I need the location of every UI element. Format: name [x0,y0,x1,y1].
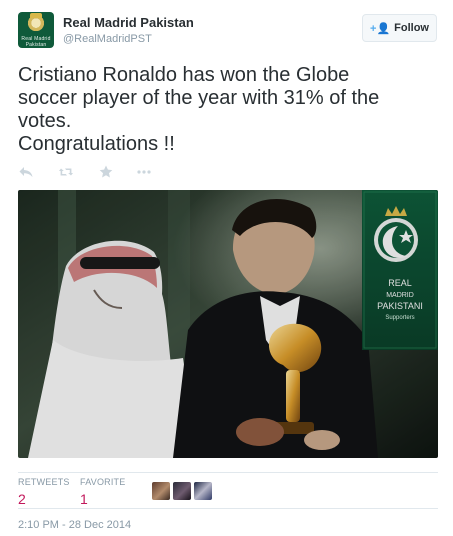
retweets-value: 2 [18,491,26,507]
stats-divider-top [18,472,438,473]
star-icon[interactable] [98,164,116,182]
tweet-photo[interactable]: REAL MADRID PAKISTANI Supporters [18,190,438,458]
follow-button[interactable]: +👤 Follow [362,14,437,42]
avatar[interactable] [152,482,170,500]
account-handle[interactable]: @RealMadridPST [63,33,152,45]
favorites-value: 1 [80,491,88,507]
reply-icon[interactable] [18,164,36,182]
avatar[interactable] [173,482,191,500]
more-icon[interactable] [136,164,154,182]
account-name[interactable]: Real Madrid Pakistan [63,15,194,30]
retweets-label: RETWEETS [18,477,70,487]
tweet-timestamp[interactable]: 2:10 PM - 28 Dec 2014 [18,519,131,531]
retweets-stat[interactable]: RETWEETS 2 [18,477,70,507]
favorites-label: FAVORITE [80,477,126,487]
add-user-icon: +👤 [370,22,391,35]
tweet-line: votes. [18,110,72,132]
tweet-line: soccer player of the year with 31% of th… [18,87,380,109]
favorites-stat[interactable]: FAVORITE 1 [80,477,125,507]
stats-divider-bottom [18,508,438,509]
crown-icon [30,13,42,18]
retweet-icon[interactable] [58,164,76,182]
follow-button-label: Follow [394,22,429,34]
avatar[interactable] [194,482,212,500]
photo-illustration: REAL MADRID PAKISTANI Supporters [18,190,438,458]
tweet-line: Cristiano Ronaldo has won the Globe [18,64,350,86]
avatar[interactable]: Real Madrid Pakistan [18,12,54,48]
avatar-text: Real Madrid Pakistan [21,36,51,48]
favorited-by-avatars [152,482,212,500]
tweet-line: Congratulations !! [18,133,175,155]
tweet-text: Cristiano Ronaldo has won the Globe socc… [18,64,438,156]
tweet-header: Real Madrid Pakistan Real Madrid Pakista… [18,12,443,52]
